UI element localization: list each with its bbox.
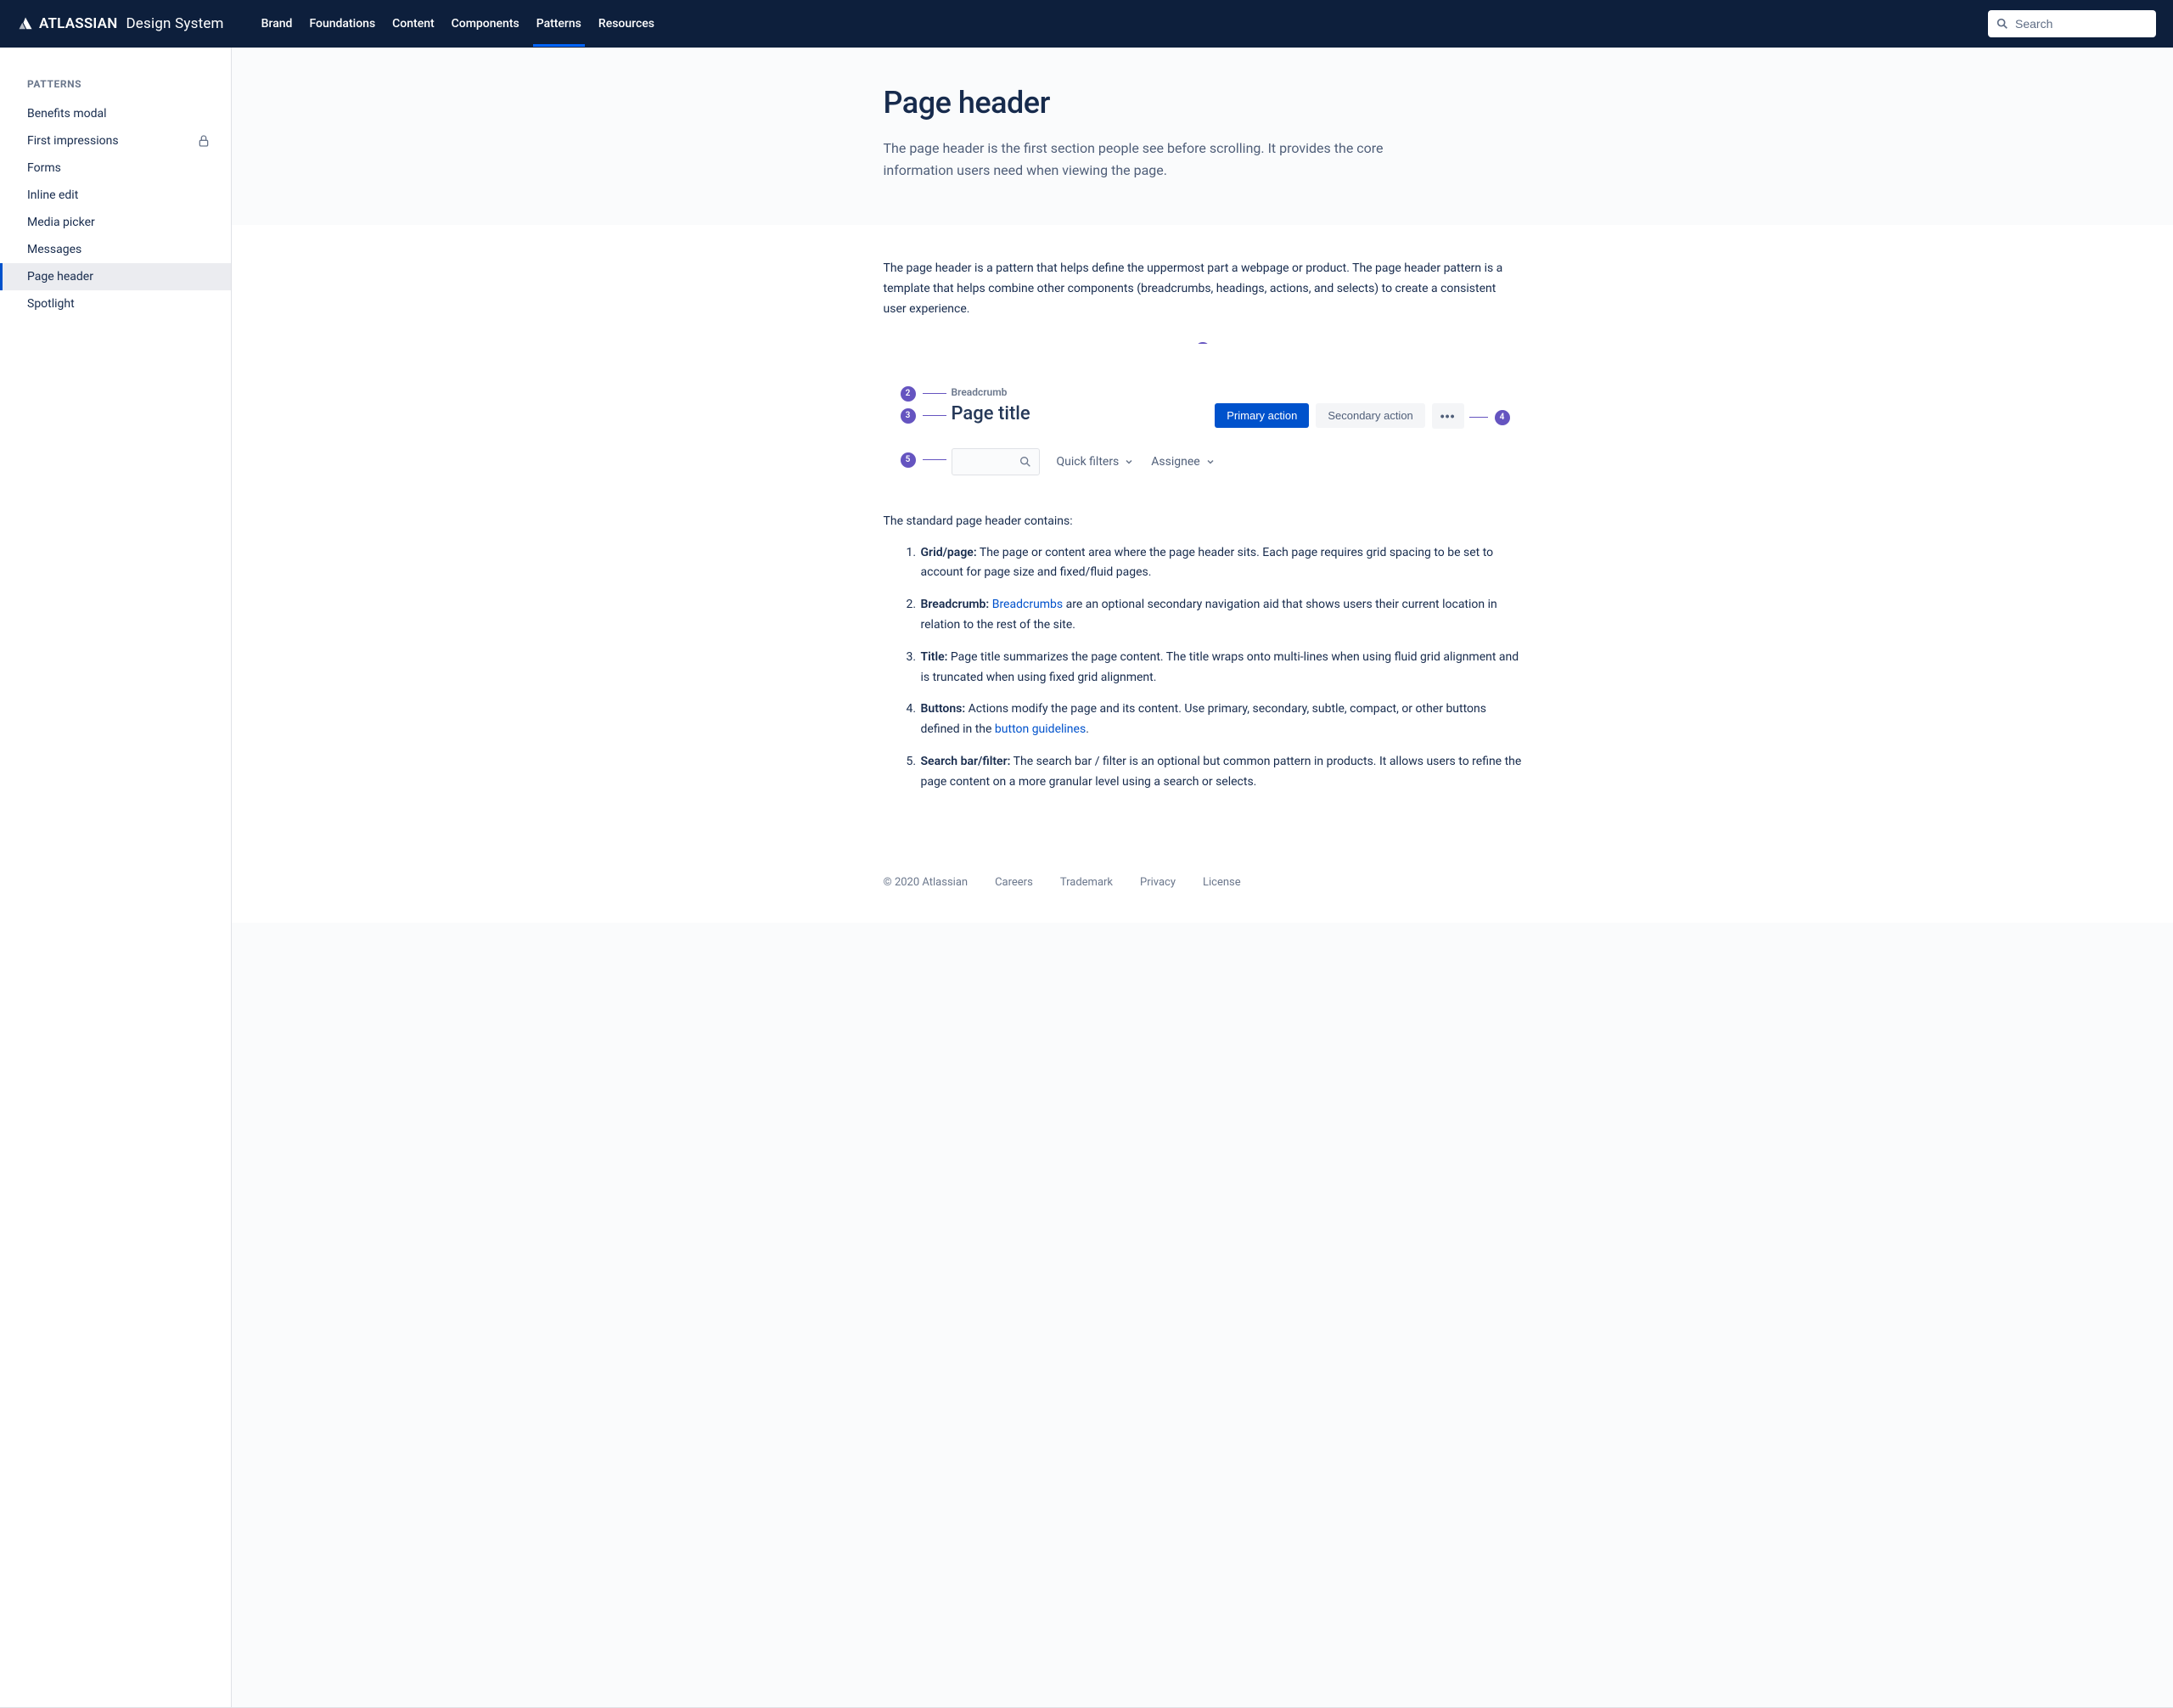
sidebar-item-label: Benefits modal bbox=[27, 107, 107, 121]
secondary-action-button[interactable]: Secondary action bbox=[1316, 403, 1424, 428]
anatomy-text: The search bar / filter is an optional b… bbox=[921, 755, 1522, 789]
anatomy-term: Title: bbox=[921, 650, 948, 664]
assignee-dropdown[interactable]: Assignee bbox=[1151, 455, 1215, 469]
sidebar-item-spotlight[interactable]: Spotlight bbox=[0, 290, 231, 317]
sidebar-item-messages[interactable]: Messages bbox=[0, 236, 231, 263]
sidebar-item-media-picker[interactable]: Media picker bbox=[0, 209, 231, 236]
primary-action-button[interactable]: Primary action bbox=[1215, 403, 1309, 428]
annotation-4: 4 bbox=[1469, 410, 1510, 425]
lock-icon bbox=[197, 134, 211, 148]
annotation-number: 5 bbox=[901, 452, 916, 468]
page-title: Page header bbox=[884, 85, 1522, 121]
main-content: Page header The page header is the first… bbox=[232, 48, 2173, 1707]
header-example: 2 Breadcrumb 3 Page title Primary acti bbox=[890, 344, 1515, 487]
annotation-3: 3 bbox=[901, 408, 946, 424]
more-actions-button[interactable]: ••• bbox=[1432, 403, 1464, 429]
search-icon bbox=[1019, 455, 1032, 469]
anatomy-text: Page title summarizes the page content. … bbox=[921, 650, 1519, 684]
search-icon bbox=[1996, 17, 2009, 31]
annotation-line bbox=[923, 415, 946, 416]
sidebar-item-forms[interactable]: Forms bbox=[0, 155, 231, 182]
nav-brand[interactable]: Brand bbox=[261, 2, 293, 46]
annotation-line bbox=[923, 393, 946, 394]
nav-components[interactable]: Components bbox=[452, 2, 519, 46]
sidebar-item-first-impressions[interactable]: First impressions bbox=[0, 127, 231, 155]
quick-filters-dropdown[interactable]: Quick filters bbox=[1057, 455, 1135, 469]
search-input[interactable] bbox=[1988, 10, 2156, 37]
filter-label: Quick filters bbox=[1057, 455, 1120, 469]
list-intro: The standard page header contains: bbox=[884, 514, 1522, 528]
example-search-input[interactable] bbox=[952, 448, 1040, 475]
anatomy-item-grid: Grid/page: The page or content area wher… bbox=[919, 543, 1522, 584]
sidebar-item-label: First impressions bbox=[27, 134, 119, 148]
anatomy-term: Grid/page: bbox=[921, 546, 977, 559]
annotation-number: 3 bbox=[901, 408, 916, 424]
example-buttons: Primary action Secondary action ••• bbox=[1215, 403, 1463, 429]
atlassian-logo-icon bbox=[17, 15, 34, 32]
annotation-line bbox=[923, 459, 946, 460]
anatomy-diagram: 1 2 Breadcrumb 3 bbox=[884, 344, 1522, 487]
sidebar-item-label: Media picker bbox=[27, 216, 95, 229]
breadcrumbs-link[interactable]: Breadcrumbs bbox=[992, 598, 1063, 611]
sidebar-item-label: Spotlight bbox=[27, 297, 75, 311]
annotation-5: 5 bbox=[901, 452, 946, 468]
anatomy-text: . bbox=[1086, 722, 1089, 736]
anatomy-item-buttons: Buttons: Actions modify the page and its… bbox=[919, 699, 1522, 740]
example-filter-row: Quick filters Assignee bbox=[952, 448, 1495, 475]
logo[interactable]: ATLASSIAN Design System bbox=[17, 15, 224, 32]
footer-link-license[interactable]: License bbox=[1203, 876, 1241, 889]
footer: © 2020 Atlassian Careers Trademark Priva… bbox=[232, 856, 2173, 923]
anatomy-list: Grid/page: The page or content area wher… bbox=[884, 543, 1522, 793]
nav-patterns[interactable]: Patterns bbox=[536, 2, 581, 46]
annotation-2: 2 bbox=[901, 386, 946, 402]
annotation-number: 2 bbox=[901, 386, 916, 402]
annotation-number: 4 bbox=[1495, 410, 1510, 425]
search-wrapper bbox=[1988, 10, 2156, 37]
anatomy-term: Breadcrumb: bbox=[921, 598, 990, 611]
chevron-down-icon bbox=[1205, 457, 1216, 467]
sidebar-item-benefits-modal[interactable]: Benefits modal bbox=[0, 100, 231, 127]
anatomy-term: Search bar/filter: bbox=[921, 755, 1011, 768]
sidebar: PATTERNS Benefits modal First impression… bbox=[0, 48, 232, 1707]
primary-nav: Brand Foundations Content Components Pat… bbox=[261, 2, 654, 46]
hero-section: Page header The page header is the first… bbox=[232, 48, 2173, 225]
sidebar-item-label: Page header bbox=[27, 270, 93, 284]
footer-link-careers[interactable]: Careers bbox=[995, 876, 1033, 889]
logo-brand-text: ATLASSIAN bbox=[39, 15, 117, 32]
footer-link-trademark[interactable]: Trademark bbox=[1060, 876, 1113, 889]
anatomy-item-breadcrumb: Breadcrumb: Breadcrumbs are an optional … bbox=[919, 595, 1522, 636]
anatomy-item-title: Title: Page title summarizes the page co… bbox=[919, 648, 1522, 688]
logo-product-text: Design System bbox=[126, 15, 223, 32]
annotation-line bbox=[1469, 417, 1488, 418]
footer-copyright: © 2020 Atlassian bbox=[884, 876, 969, 889]
intro-paragraph: The page header is a pattern that helps … bbox=[884, 259, 1522, 319]
anatomy-term: Buttons: bbox=[921, 702, 966, 716]
nav-resources[interactable]: Resources bbox=[598, 2, 654, 46]
top-navigation: ATLASSIAN Design System Brand Foundation… bbox=[0, 0, 2173, 48]
example-breadcrumb: Breadcrumb bbox=[952, 386, 1495, 398]
chevron-down-icon bbox=[1124, 457, 1134, 467]
nav-foundations[interactable]: Foundations bbox=[309, 2, 375, 46]
anatomy-item-search: Search bar/filter: The search bar / filt… bbox=[919, 752, 1522, 793]
sidebar-item-inline-edit[interactable]: Inline edit bbox=[0, 182, 231, 209]
footer-link-privacy[interactable]: Privacy bbox=[1140, 876, 1176, 889]
sidebar-item-label: Inline edit bbox=[27, 188, 78, 202]
sidebar-item-label: Messages bbox=[27, 243, 81, 256]
button-guidelines-link[interactable]: button guidelines bbox=[995, 722, 1086, 736]
page-description: The page header is the first section peo… bbox=[884, 138, 1427, 181]
anatomy-text: The page or content area where the page … bbox=[921, 546, 1494, 580]
sidebar-item-page-header[interactable]: Page header bbox=[0, 263, 231, 290]
sidebar-item-label: Forms bbox=[27, 161, 61, 175]
filter-label: Assignee bbox=[1151, 455, 1199, 469]
nav-content[interactable]: Content bbox=[392, 2, 435, 46]
sidebar-heading: PATTERNS bbox=[0, 78, 231, 100]
